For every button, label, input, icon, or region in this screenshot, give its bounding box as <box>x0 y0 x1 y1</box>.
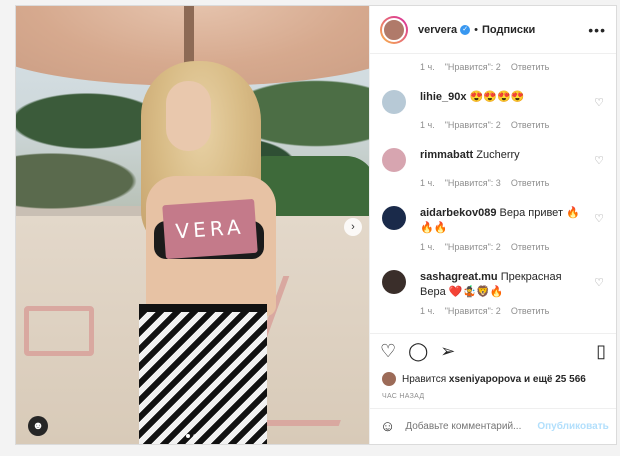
photo-umbrella-pole <box>184 6 194 66</box>
comment-meta: 1 ч. "Нравится": 3 Ответить <box>420 178 604 188</box>
reply-button[interactable]: Ответить <box>511 120 549 130</box>
comment-body: lihie_90x 😍😍😍😍 <box>420 90 585 105</box>
like-comment-icon[interactable]: ♡ <box>594 276 604 289</box>
commenter-avatar[interactable] <box>382 90 406 114</box>
next-photo-icon[interactable]: › <box>344 218 362 236</box>
like-heart-icon[interactable]: ♡ <box>380 341 396 362</box>
comment-meta: 1 ч. "Нравится": 2 Ответить <box>420 62 604 72</box>
bookmark-icon[interactable]: ▯ <box>596 341 606 362</box>
comment-item: aidarbekov089 Вера привет 🔥🔥🔥 ♡ <box>382 206 604 236</box>
photo-face <box>166 81 211 151</box>
post-actions: ♡ ◯ ➢ ▯ <box>370 333 616 369</box>
commenter-avatar[interactable] <box>382 270 406 294</box>
comment-likes[interactable]: "Нравится": 3 <box>445 178 501 188</box>
comment-body: sashagreat.mu Прекрасная Вера ❤️🤹🦁🔥 <box>420 270 585 300</box>
author-username[interactable]: ververa <box>418 24 457 36</box>
comments-list[interactable]: 1 ч. "Нравится": 2 Ответить lihie_90x 😍😍… <box>370 54 616 333</box>
comment-meta: 1 ч. "Нравится": 2 Ответить <box>420 120 604 130</box>
comment-item: sashagreat.mu Прекрасная Вера ❤️🤹🦁🔥 ♡ <box>382 270 604 300</box>
comment-text: Zucherry <box>476 149 520 161</box>
publish-button[interactable]: Опубликовать <box>537 421 608 432</box>
post-photo[interactable]: VERA › ☻ <box>16 6 369 444</box>
author-avatar[interactable] <box>380 15 408 44</box>
commenter-username[interactable]: aidarbekov089 <box>420 207 496 219</box>
comment-text: 😍😍😍😍 <box>469 91 525 103</box>
add-comment-bar: ☺ Опубликовать <box>370 408 616 444</box>
verified-badge-icon: ✓ <box>460 24 471 35</box>
post-timestamp[interactable]: ЧАС НАЗАД <box>370 389 616 408</box>
comment-item: lihie_90x 😍😍😍😍 ♡ <box>382 90 604 114</box>
carousel-dot <box>186 434 190 438</box>
like-comment-icon[interactable]: ♡ <box>594 154 604 167</box>
comment-likes[interactable]: "Нравится": 2 <box>445 242 501 252</box>
commenter-avatar[interactable] <box>382 206 406 230</box>
like-comment-icon[interactable]: ♡ <box>594 212 604 225</box>
avatar-image <box>382 17 406 42</box>
comment-bubble-icon[interactable]: ◯ <box>408 341 428 362</box>
commenter-avatar[interactable] <box>382 148 406 172</box>
comment-input[interactable] <box>405 421 538 432</box>
comment-body: rimmabatt Zucherry <box>420 148 585 163</box>
carousel-dots <box>186 434 197 438</box>
separator: • <box>474 23 479 36</box>
likes-prefix: Нравится <box>402 373 447 385</box>
comment-time: 1 ч. <box>420 120 435 130</box>
photo-chair-left <box>24 306 94 356</box>
comment-time: 1 ч. <box>420 306 435 316</box>
photo-skirt <box>139 304 267 444</box>
reply-button[interactable]: Ответить <box>511 306 549 316</box>
comment-time: 1 ч. <box>420 62 435 72</box>
comment-time: 1 ч. <box>420 242 435 252</box>
like-comment-icon[interactable]: ♡ <box>594 96 604 109</box>
liker-avatar[interactable] <box>382 372 396 386</box>
reply-button[interactable]: Ответить <box>511 242 549 252</box>
post-sidebar: ververa ✓ • Подписки ••• 1 ч. "Нравится"… <box>369 6 616 444</box>
photo-clutch-text: VERA <box>162 198 258 260</box>
comment-meta: 1 ч. "Нравится": 2 Ответить <box>420 306 604 316</box>
more-options-icon[interactable]: ••• <box>588 22 606 38</box>
emoji-smiley-icon[interactable]: ☺ <box>380 418 395 435</box>
commenter-username[interactable]: lihie_90x <box>420 91 466 103</box>
comment-likes[interactable]: "Нравится": 2 <box>445 62 501 72</box>
reply-button[interactable]: Ответить <box>511 62 549 72</box>
comment-body: aidarbekov089 Вера привет 🔥🔥🔥 <box>420 206 585 236</box>
likes-count[interactable]: и ещё 25 566 <box>524 374 586 385</box>
comment-likes[interactable]: "Нравится": 2 <box>445 306 501 316</box>
instagram-post-modal: VERA › ☻ ververa ✓ • Подписки ••• 1 ч. "… <box>15 5 617 445</box>
comment-item: rimmabatt Zucherry ♡ <box>382 148 604 172</box>
commenter-username[interactable]: rimmabatt <box>420 149 473 161</box>
post-header: ververa ✓ • Подписки ••• <box>370 6 616 54</box>
comment-time: 1 ч. <box>420 178 435 188</box>
comment-likes[interactable]: "Нравится": 2 <box>445 120 501 130</box>
user-tag-icon[interactable]: ☻ <box>28 416 48 436</box>
carousel-dot <box>193 434 197 438</box>
following-button[interactable]: Подписки <box>482 24 535 36</box>
reply-button[interactable]: Ответить <box>511 178 549 188</box>
likes-summary: Нравится xseniyapopova и ещё 25 566 <box>370 369 616 389</box>
liker-username[interactable]: xseniyapopova <box>449 374 521 385</box>
share-send-icon[interactable]: ➢ <box>440 341 455 362</box>
comment-meta: 1 ч. "Нравится": 2 Ответить <box>420 242 604 252</box>
commenter-username[interactable]: sashagreat.mu <box>420 271 498 283</box>
